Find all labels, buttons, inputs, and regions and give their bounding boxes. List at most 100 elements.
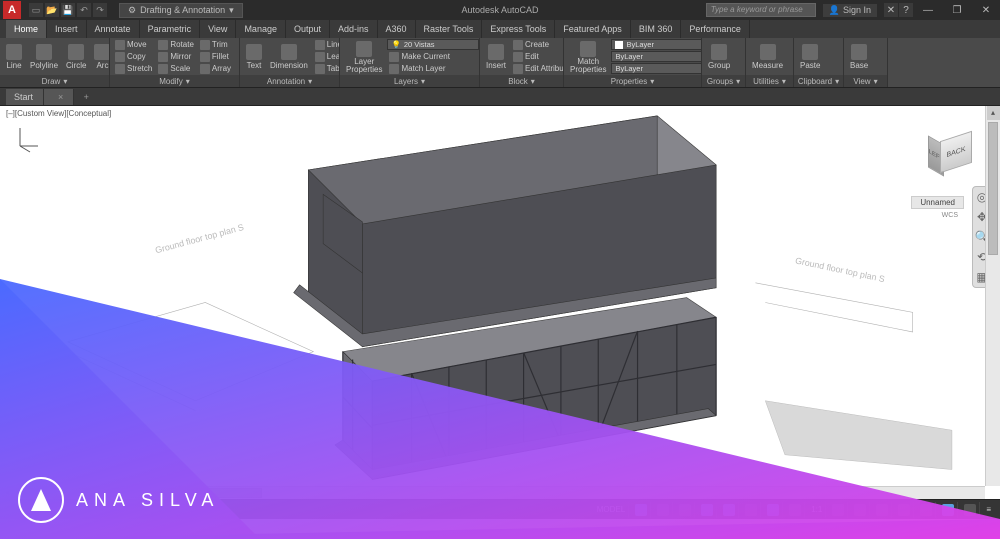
match-properties-button[interactable]: Match Properties <box>567 39 609 75</box>
tab-raster[interactable]: Raster Tools <box>416 20 483 38</box>
viewcube[interactable]: LEFT BACK <box>934 130 978 174</box>
group-button[interactable]: Group <box>705 39 733 75</box>
block-edit-button[interactable]: Edit <box>511 51 564 62</box>
vertical-scrollbar[interactable]: ▴ <box>985 106 1000 486</box>
isolate-toggle[interactable] <box>917 502 936 518</box>
tab-manage[interactable]: Manage <box>236 20 286 38</box>
workspace-toggle[interactable] <box>829 502 848 518</box>
tab-insert[interactable]: Insert <box>47 20 87 38</box>
dimension-button[interactable]: Dimension <box>267 39 311 75</box>
quick-properties-toggle[interactable] <box>895 502 914 518</box>
match-layer-button[interactable]: Match Layer <box>387 63 479 74</box>
minimize-button[interactable]: — <box>914 0 942 20</box>
tab-performance[interactable]: Performance <box>681 20 750 38</box>
layer-properties-button[interactable]: Layer Properties <box>343 39 385 75</box>
panel-draw-label[interactable]: Draw▾ <box>0 75 109 87</box>
polyline-button[interactable]: Polyline <box>27 39 61 75</box>
snap-toggle[interactable] <box>654 502 673 518</box>
exchange-icon[interactable]: ✕ <box>884 3 898 17</box>
block-create-button[interactable]: Create <box>511 39 564 50</box>
line-button[interactable]: Line <box>3 39 25 75</box>
tab-view[interactable]: View <box>200 20 236 38</box>
panel-view-label[interactable]: View▾ <box>844 75 887 87</box>
paste-button[interactable]: Paste <box>797 39 823 75</box>
tab-home[interactable]: Home <box>6 20 47 38</box>
leader-button[interactable]: Leader <box>313 51 340 62</box>
lwt-toggle[interactable] <box>786 502 805 518</box>
file-tab-start[interactable]: Start <box>6 89 44 105</box>
customize-button[interactable]: ≡ <box>983 502 994 518</box>
panel-annotation-label[interactable]: Annotation▾ <box>240 75 339 87</box>
qa-undo-icon[interactable]: ↶ <box>77 3 91 17</box>
tab-featured[interactable]: Featured Apps <box>555 20 631 38</box>
anno-scale[interactable]: 1:1 <box>808 502 826 518</box>
tab-express[interactable]: Express Tools <box>482 20 555 38</box>
anno-monitor-toggle[interactable] <box>851 502 870 518</box>
panel-modify-label[interactable]: Modify▾ <box>110 75 239 87</box>
trim-button[interactable]: Trim <box>198 39 233 50</box>
tab-annotate[interactable]: Annotate <box>87 20 140 38</box>
array-button[interactable]: Array <box>198 63 233 74</box>
maximize-button[interactable]: ❐ <box>943 0 971 20</box>
make-current-button[interactable]: Make Current <box>387 51 479 62</box>
viewcube-back[interactable]: BACK <box>940 131 972 173</box>
otrack-toggle[interactable] <box>764 502 783 518</box>
units-display[interactable] <box>873 502 892 518</box>
hardware-accel-toggle[interactable] <box>939 502 958 518</box>
tab-addins[interactable]: Add-ins <box>330 20 378 38</box>
insert-button[interactable]: Insert <box>483 39 509 75</box>
linetype-dropdown[interactable]: ByLayer <box>611 63 702 74</box>
ucs-icon[interactable] <box>12 124 42 154</box>
workspace-switcher[interactable]: ⚙ Drafting & Annotation ▾ <box>119 3 243 18</box>
scroll-up-icon[interactable]: ▴ <box>987 106 1000 120</box>
move-button[interactable]: Move <box>113 39 154 50</box>
mirror-button[interactable]: Mirror <box>156 51 196 62</box>
scale-button[interactable]: Scale <box>156 63 196 74</box>
scroll-left-icon[interactable]: ◂ <box>0 487 14 499</box>
panel-groups-label[interactable]: Groups▾ <box>702 75 745 87</box>
panel-properties-label[interactable]: Properties▾ <box>564 75 701 87</box>
qa-open-icon[interactable]: 📂 <box>45 3 59 17</box>
panel-utilities-label[interactable]: Utilities▾ <box>746 75 793 87</box>
tab-parametric[interactable]: Parametric <box>140 20 201 38</box>
close-button[interactable]: ✕ <box>972 0 1000 20</box>
app-menu-button[interactable]: A <box>3 1 21 19</box>
copy-button[interactable]: Copy <box>113 51 154 62</box>
view-unnamed-button[interactable]: Unnamed <box>911 196 964 209</box>
new-tab-button[interactable]: + <box>78 89 94 105</box>
model-space-toggle[interactable]: MODEL <box>594 502 629 518</box>
layer-dropdown[interactable]: 💡20 Vistas <box>387 39 479 50</box>
help-icon[interactable]: ? <box>899 3 913 17</box>
panel-layers-label[interactable]: Layers▾ <box>340 75 479 87</box>
linear-button[interactable]: Linear <box>313 39 340 50</box>
polar-toggle[interactable] <box>698 502 717 518</box>
rotate-button[interactable]: Rotate <box>156 39 196 50</box>
table-button[interactable]: Table <box>313 63 340 74</box>
panel-clipboard-label[interactable]: Clipboard▾ <box>794 75 843 87</box>
close-tab-icon[interactable]: × <box>58 92 63 102</box>
measure-button[interactable]: Measure <box>749 39 786 75</box>
panel-block-label[interactable]: Block▾ <box>480 75 563 87</box>
color-dropdown[interactable]: ByLayer <box>611 39 702 50</box>
grid-toggle[interactable] <box>632 502 651 518</box>
tab-a360[interactable]: A360 <box>378 20 416 38</box>
viewport-controls[interactable]: [–][Custom View][Conceptual] <box>6 109 111 118</box>
circle-button[interactable]: Circle <box>63 39 89 75</box>
3dosnap-toggle[interactable] <box>742 502 761 518</box>
file-tab-drawing[interactable]: × <box>44 89 74 105</box>
v-thumb[interactable] <box>988 122 998 255</box>
qa-save-icon[interactable]: 💾 <box>61 3 75 17</box>
qa-redo-icon[interactable]: ↷ <box>93 3 107 17</box>
drawing-viewport[interactable]: [–][Custom View][Conceptual] Ground floo… <box>0 106 1000 499</box>
wcs-label[interactable]: WCS <box>942 212 958 219</box>
qa-new-icon[interactable]: ▭ <box>29 3 43 17</box>
ortho-toggle[interactable] <box>676 502 695 518</box>
clean-screen-toggle[interactable] <box>961 502 980 518</box>
text-button[interactable]: Text <box>243 39 265 75</box>
edit-attributes-button[interactable]: Edit Attributes <box>511 63 564 74</box>
arc-button[interactable]: Arc <box>91 39 110 75</box>
stretch-button[interactable]: Stretch <box>113 63 154 74</box>
help-search-input[interactable]: Type a keyword or phrase <box>706 3 816 17</box>
fillet-button[interactable]: Fillet <box>198 51 233 62</box>
tab-output[interactable]: Output <box>286 20 330 38</box>
